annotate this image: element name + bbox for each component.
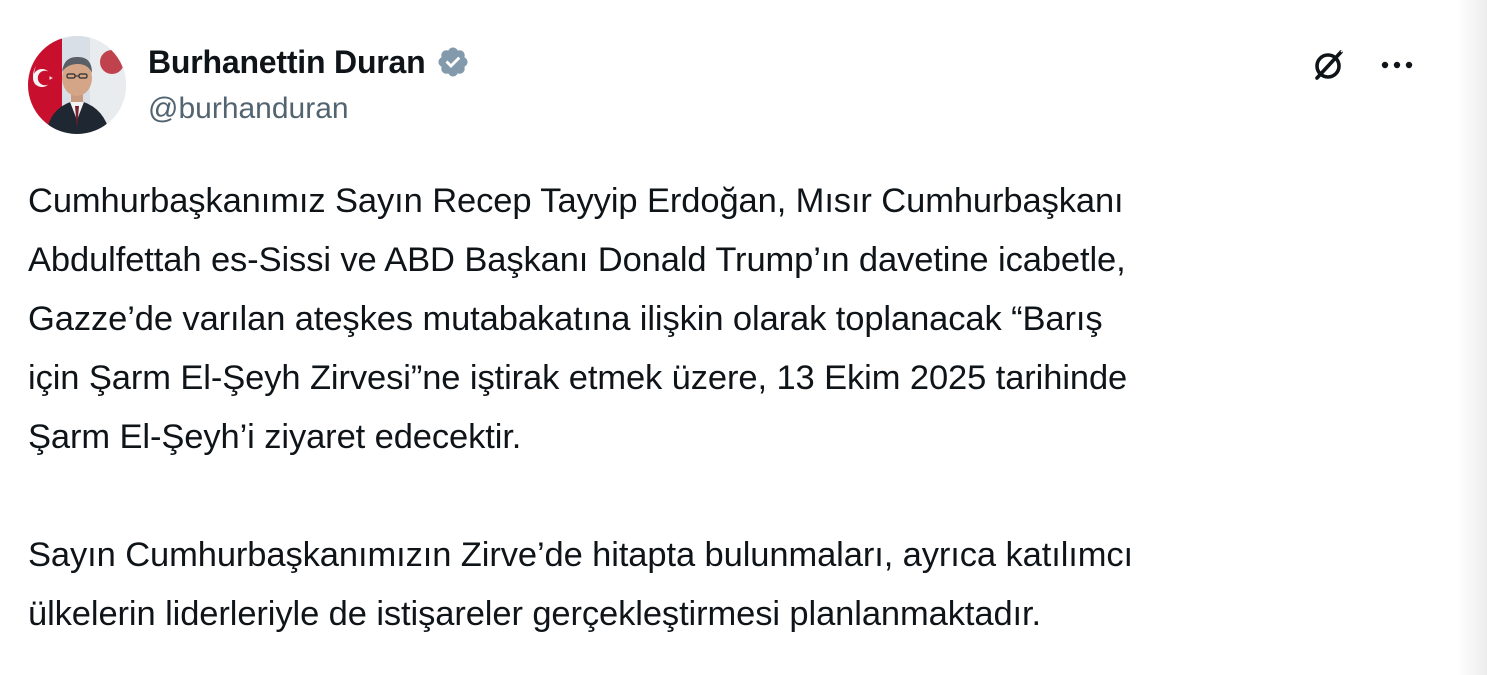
verified-badge-icon: [436, 45, 470, 79]
name-row: Burhanettin Duran: [148, 42, 470, 82]
tweet-header: Burhanettin Duran @burhanduran: [28, 36, 1428, 136]
tweet-text: Cumhurbaşkanımız Sayın Recep Tayyip Erdo…: [28, 172, 1428, 644]
tweet-line: Cumhurbaşkanımız Sayın Recep Tayyip Erdo…: [28, 182, 1124, 220]
tweet-line: Şarm El-Şeyh’i ziyaret edecektir.: [28, 418, 522, 456]
page-edge: [1457, 0, 1487, 675]
avatar[interactable]: [28, 36, 126, 134]
more-options-icon[interactable]: [1376, 44, 1418, 86]
tweet-line: ülkelerin liderleriyle de istişareler ge…: [28, 595, 1041, 633]
author-handle[interactable]: @burhanduran: [148, 92, 349, 126]
grok-icon[interactable]: [1308, 44, 1350, 86]
tweet-line: Sayın Cumhurbaşkanımızın Zirve’de hitapt…: [28, 536, 1134, 574]
tweet-line: için Şarm El-Şeyh Zirvesi”ne iştirak etm…: [28, 359, 1128, 397]
tweet-paragraph-1: Cumhurbaşkanımız Sayın Recep Tayyip Erdo…: [28, 172, 1428, 467]
header-actions: [1308, 44, 1418, 86]
tweet-paragraph-2: Sayın Cumhurbaşkanımızın Zirve’de hitapt…: [28, 526, 1428, 644]
avatar-image: [28, 36, 126, 134]
tweet-screenshot: Burhanettin Duran @burhanduran Cumhurbaş…: [0, 0, 1487, 675]
tweet-line: Abdulfettah es-Sissi ve ABD Başkanı Dona…: [28, 241, 1126, 279]
author-display-name[interactable]: Burhanettin Duran: [148, 44, 426, 81]
tweet-line: Gazze’de varılan ateşkes mutabakatına il…: [28, 300, 1103, 338]
